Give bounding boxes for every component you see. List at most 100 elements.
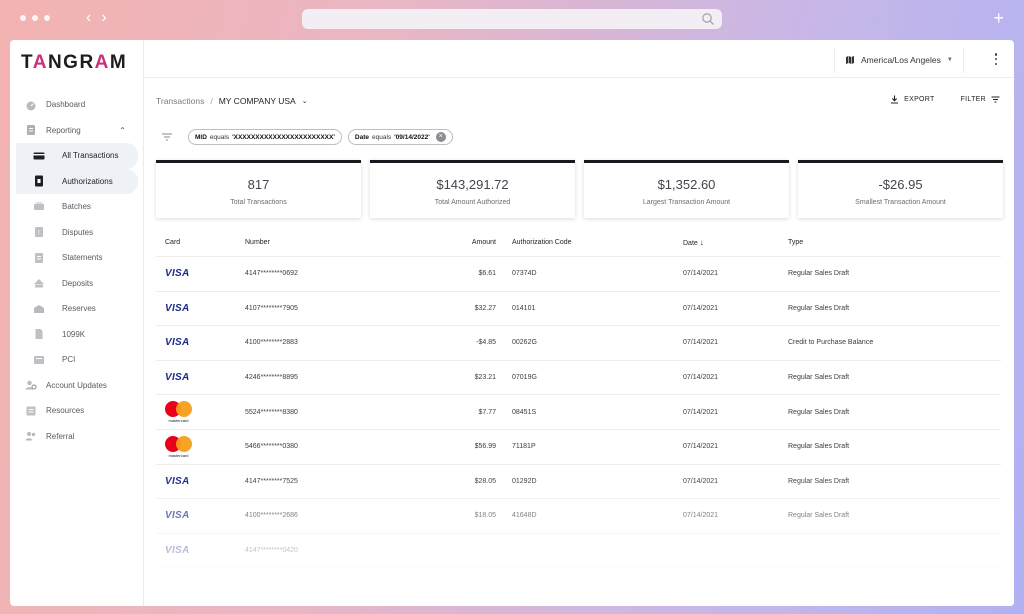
sidebar-item-reserves[interactable]: Reserves xyxy=(16,296,138,322)
chip-op: equals xyxy=(209,133,230,141)
more-menu-icon[interactable] xyxy=(994,53,998,65)
chip-value: 'XXXXXXXXXXXXXXXXXXXXXXX' xyxy=(232,133,335,141)
sidebar-item-1099k[interactable]: 1099K xyxy=(16,322,138,348)
cell-number: 5466********0380 xyxy=(245,443,298,451)
company-selector[interactable]: MY COMPANY USA xyxy=(219,96,296,106)
sidebar-item-account-updates[interactable]: Account Updates xyxy=(16,373,138,399)
table-row[interactable]: VISA 4147********0420 xyxy=(156,534,1001,569)
browser-chrome: ‹ › + xyxy=(0,0,1024,38)
cell-card: VISA xyxy=(156,268,245,279)
stat-value: $143,291.72 xyxy=(436,177,509,192)
window-controls[interactable] xyxy=(20,15,50,21)
sidebar-item-all-transactions[interactable]: All Transactions xyxy=(16,143,138,169)
visa-logo: VISA xyxy=(165,475,190,487)
sidebar-item-label: Authorizations xyxy=(62,176,113,186)
filter-label: FILTER xyxy=(960,96,986,103)
cell-date: 07/14/2021 xyxy=(683,270,719,278)
reserve-icon xyxy=(33,303,45,315)
chevron-down-icon[interactable]: ⌄ xyxy=(302,97,308,105)
cell-number: 4107********7905 xyxy=(245,304,298,312)
cell-auth-code: 01292D xyxy=(512,477,537,485)
stat-card: $1,352.60 Largest Transaction Amount xyxy=(584,160,789,218)
timezone-selector[interactable]: America/Los Angeles ▼ xyxy=(834,47,964,73)
table-row[interactable]: VISA 4147********7525 $28.05 01292D 07/14/20… xyxy=(156,465,1001,500)
sidebar-item-batches[interactable]: Batches xyxy=(16,194,138,220)
cell-number: 4147********0420 xyxy=(245,547,298,555)
back-icon[interactable]: ‹ xyxy=(86,9,91,27)
cell-auth-code: 07374D xyxy=(512,270,537,278)
col-date[interactable]: Date ↓ xyxy=(683,238,788,247)
stat-label: Largest Transaction Amount xyxy=(642,199,731,206)
cell-amount: $28.05 xyxy=(474,477,496,485)
table-row[interactable]: VISA 4100********2883 -$4.85 00262G 07/14/20… xyxy=(156,326,1001,361)
table-row[interactable]: VISA 4147********0692 $6.61 07374D 07/14/202… xyxy=(156,257,1001,292)
map-icon xyxy=(846,56,854,64)
col-date-label: Date xyxy=(683,240,698,247)
table-row[interactable]: mastercard 5524********8380 $7.77 08451S 07/… xyxy=(156,395,1001,430)
sidebar-item-label: All Transactions xyxy=(62,151,119,161)
document-icon xyxy=(33,328,45,340)
col-number[interactable]: Number xyxy=(245,239,425,246)
cell-date: 07/14/2021 xyxy=(683,304,719,312)
filter-chip-mid[interactable]: MID equals 'XXXXXXXXXXXXXXXXXXXXXXX' xyxy=(188,129,342,145)
chevron-up-icon[interactable]: ⌃ xyxy=(119,126,126,135)
sidebar-item-label: PCI xyxy=(62,355,76,365)
stat-value: $1,352.60 xyxy=(657,177,716,192)
filter-icon[interactable] xyxy=(160,130,174,144)
col-auth-code[interactable]: Authorization Code xyxy=(496,239,683,246)
cell-type: Regular Sales Draft xyxy=(788,304,850,312)
card-icon xyxy=(33,150,45,162)
cell-auth-code: 014101 xyxy=(512,304,536,312)
new-tab-icon[interactable]: + xyxy=(993,8,1004,28)
logo[interactable]: TANGRAM xyxy=(21,52,127,74)
sidebar-item-disputes[interactable]: ! Disputes xyxy=(16,220,138,246)
mastercard-wordmark: mastercard xyxy=(168,418,189,424)
cell-date: 07/14/2021 xyxy=(683,477,719,485)
export-button[interactable]: EXPORT xyxy=(890,95,934,104)
breadcrumb-root[interactable]: Transactions xyxy=(156,96,204,106)
sidebar: TANGRAM Dashboard Reporting ⌃ All Transacti… xyxy=(10,40,144,606)
download-icon xyxy=(891,95,899,104)
sidebar-item-statements[interactable]: Statements xyxy=(16,245,138,271)
table-row[interactable]: mastercard 5466********0380 $56.99 71181P 07… xyxy=(156,430,1001,465)
sidebar-item-authorizations[interactable]: Authorizations xyxy=(16,168,138,194)
stat-card: -$26.95 Smallest Transaction Amount xyxy=(798,160,1003,218)
sidebar-item-resources[interactable]: Resources xyxy=(16,398,138,424)
col-type[interactable]: Type xyxy=(788,239,988,246)
table-row[interactable]: VISA 4107********7905 $32.27 014101 07/14/20… xyxy=(156,292,1001,327)
sidebar-item-label: Disputes xyxy=(62,227,94,237)
filter-lines-icon xyxy=(991,96,1000,103)
batch-icon xyxy=(33,201,45,213)
cell-type: Regular Sales Draft xyxy=(788,443,850,451)
cell-auth-code: 08451S xyxy=(512,408,537,416)
sidebar-item-pci[interactable]: PCI xyxy=(16,347,138,373)
table-row[interactable]: VISA 4100********2686 $18.05 41648D 07/14/20… xyxy=(156,499,1001,534)
sidebar-item-reporting[interactable]: Reporting ⌃ xyxy=(16,118,138,144)
address-bar[interactable] xyxy=(302,9,722,29)
referral-icon xyxy=(25,430,37,442)
filter-chip-date[interactable]: Date equals '09/14/2022' × xyxy=(347,129,453,145)
col-card[interactable]: Card xyxy=(156,239,245,246)
sidebar-item-referral[interactable]: Referral xyxy=(16,424,138,450)
statement-icon xyxy=(33,252,45,264)
cell-number: 5524********8380 xyxy=(245,408,298,416)
cell-card: mastercard xyxy=(156,435,245,458)
stat-card: $143,291.72 Total Amount Authorized xyxy=(370,160,575,218)
report-icon xyxy=(25,124,37,136)
cell-amount: -$4.85 xyxy=(476,339,496,347)
transactions-table: Card Number Amount Authorization Code Da… xyxy=(156,229,1001,569)
forward-icon[interactable]: › xyxy=(101,9,106,27)
sidebar-item-dashboard[interactable]: Dashboard xyxy=(16,92,138,118)
stat-label: Total Transactions xyxy=(230,199,287,206)
main-content: Transactions / MY COMPANY USA ⌄ EXPORT F… xyxy=(144,78,1014,606)
cell-card: VISA xyxy=(156,303,245,314)
cell-number: 4100********2883 xyxy=(245,339,298,347)
cell-date: 07/14/2021 xyxy=(683,339,719,347)
sidebar-item-deposits[interactable]: Deposits xyxy=(16,271,138,297)
filter-button[interactable]: FILTER xyxy=(961,95,1000,104)
table-row[interactable]: VISA 4246********8895 $23.21 07019G 07/14/20… xyxy=(156,361,1001,396)
remove-filter-icon[interactable]: × xyxy=(435,132,446,142)
col-amount[interactable]: Amount xyxy=(425,239,496,246)
topbar: America/Los Angeles ▼ xyxy=(144,40,1014,78)
cell-type: Regular Sales Draft xyxy=(788,374,850,382)
